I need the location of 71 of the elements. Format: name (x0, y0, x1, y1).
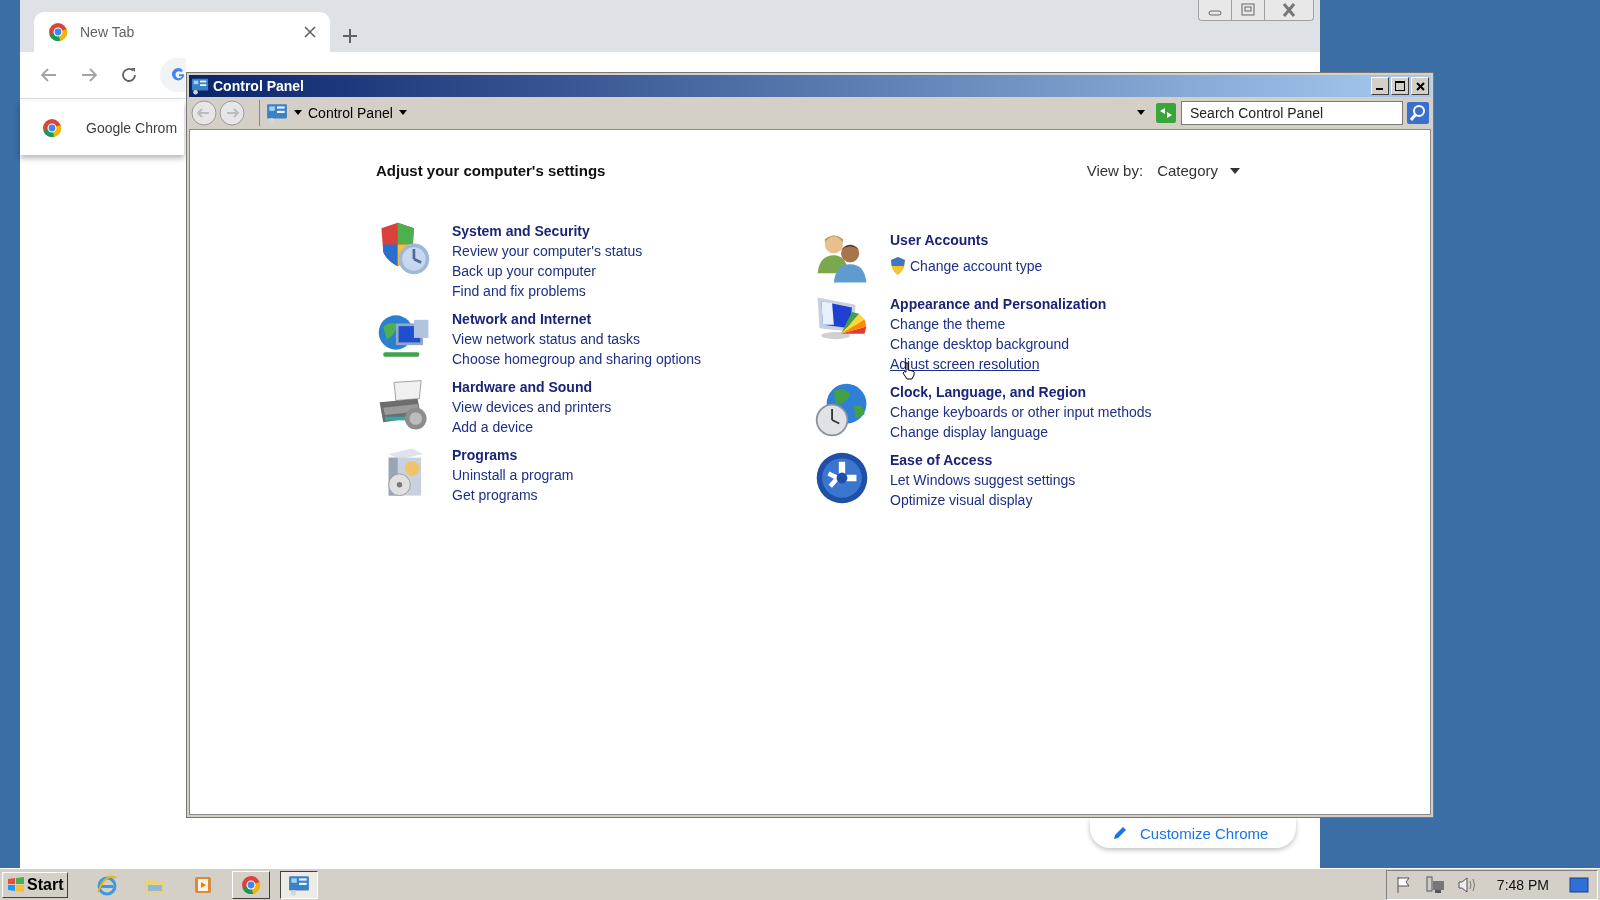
category-link[interactable]: System and Security (452, 221, 590, 241)
category-link[interactable]: Network and Internet (452, 309, 592, 329)
maximize-icon (1395, 81, 1405, 91)
reload-icon[interactable] (120, 66, 138, 84)
chrome-icon (42, 118, 62, 138)
category-link[interactable]: Ease of Access (890, 450, 993, 470)
plus-icon[interactable] (342, 28, 358, 44)
view-by-label: View by: (1086, 162, 1144, 179)
restore-icon[interactable] (1240, 2, 1256, 18)
task-link[interactable]: Change desktop background (890, 334, 1070, 354)
close-button[interactable] (1411, 77, 1429, 95)
task-link[interactable]: Find and fix problems (452, 281, 586, 301)
start-button[interactable]: Start (2, 871, 69, 898)
task-link[interactable]: Let Windows suggest settings (890, 470, 1076, 490)
task-link[interactable]: View devices and printers (452, 397, 612, 417)
control-panel-icon (288, 873, 311, 896)
google-g-icon (172, 67, 186, 83)
category-link[interactable]: Appearance and Personalization (890, 294, 1107, 314)
flag-icon[interactable] (1394, 875, 1413, 894)
caret-icon (1230, 167, 1240, 174)
app-name[interactable]: Google Chrom (86, 120, 178, 136)
category-link[interactable]: Clock, Language, and Region (890, 382, 1087, 402)
forward-icon[interactable] (80, 66, 98, 84)
task-link[interactable]: Change display language (890, 422, 1048, 442)
task-link[interactable]: Change the theme (890, 314, 1006, 334)
category-link[interactable]: Hardware and Sound (452, 377, 593, 397)
maximize-button[interactable] (1391, 77, 1409, 95)
task-link[interactable]: Uninstall a program (452, 465, 574, 485)
browser-e-icon (96, 873, 119, 896)
network-icon[interactable] (1424, 875, 1445, 894)
chrome-icon (241, 874, 262, 895)
clock[interactable]: 7:48 PM (1496, 876, 1549, 893)
caret-icon[interactable] (294, 110, 302, 116)
window-title: Control Panel (213, 78, 305, 94)
task-link[interactable]: Choose homegroup and sharing options (452, 349, 702, 369)
close-icon[interactable] (1281, 2, 1297, 18)
breadcrumb[interactable]: Control Panel (308, 105, 393, 121)
task-link[interactable]: Add a device (452, 417, 533, 437)
caret-icon[interactable] (1137, 110, 1145, 116)
show-desktop-icon[interactable] (1569, 875, 1589, 894)
search-icon[interactable] (1407, 102, 1429, 124)
task-link[interactable]: Change account type (910, 256, 1043, 276)
customize-chrome-button[interactable]: Customize Chrome (1090, 818, 1296, 848)
ease-of-access-icon (814, 450, 870, 506)
windows-flag-icon (7, 875, 25, 894)
search-field[interactable]: Search Control Panel (1181, 101, 1403, 125)
minimize-button[interactable] (1371, 77, 1389, 95)
category-link[interactable]: Programs (452, 445, 518, 465)
task-link[interactable]: Review your computer's status (452, 241, 643, 261)
taskbar-button[interactable] (280, 870, 319, 899)
pencil-icon (1112, 825, 1128, 841)
refresh-icon[interactable] (1155, 102, 1177, 124)
task-link[interactable]: Adjust screen resolution (890, 354, 1040, 374)
address-bar[interactable] (160, 58, 186, 92)
task-link[interactable]: Get programs (452, 485, 538, 505)
speaker-icon[interactable] (1456, 875, 1477, 894)
task-link[interactable]: Optimize visual display (890, 490, 1033, 510)
task-link[interactable]: Change keyboards or other input methods (890, 402, 1152, 422)
close-icon[interactable] (304, 26, 316, 38)
category-link[interactable]: User Accounts (890, 230, 989, 250)
caret-icon[interactable] (398, 110, 407, 116)
chrome-icon (48, 22, 68, 42)
browser-tab[interactable]: New Tab (34, 12, 330, 52)
view-by-dropdown[interactable]: Category (1157, 162, 1240, 179)
back-icon[interactable] (40, 66, 58, 84)
task-link[interactable]: View network status and tasks (452, 329, 641, 349)
page-heading: Adjust your computer's settings (376, 162, 606, 179)
control-panel-icon (266, 102, 288, 124)
task-link[interactable]: Back up your computer (452, 261, 596, 281)
close-icon (1415, 81, 1425, 91)
control-panel-icon (191, 77, 209, 95)
